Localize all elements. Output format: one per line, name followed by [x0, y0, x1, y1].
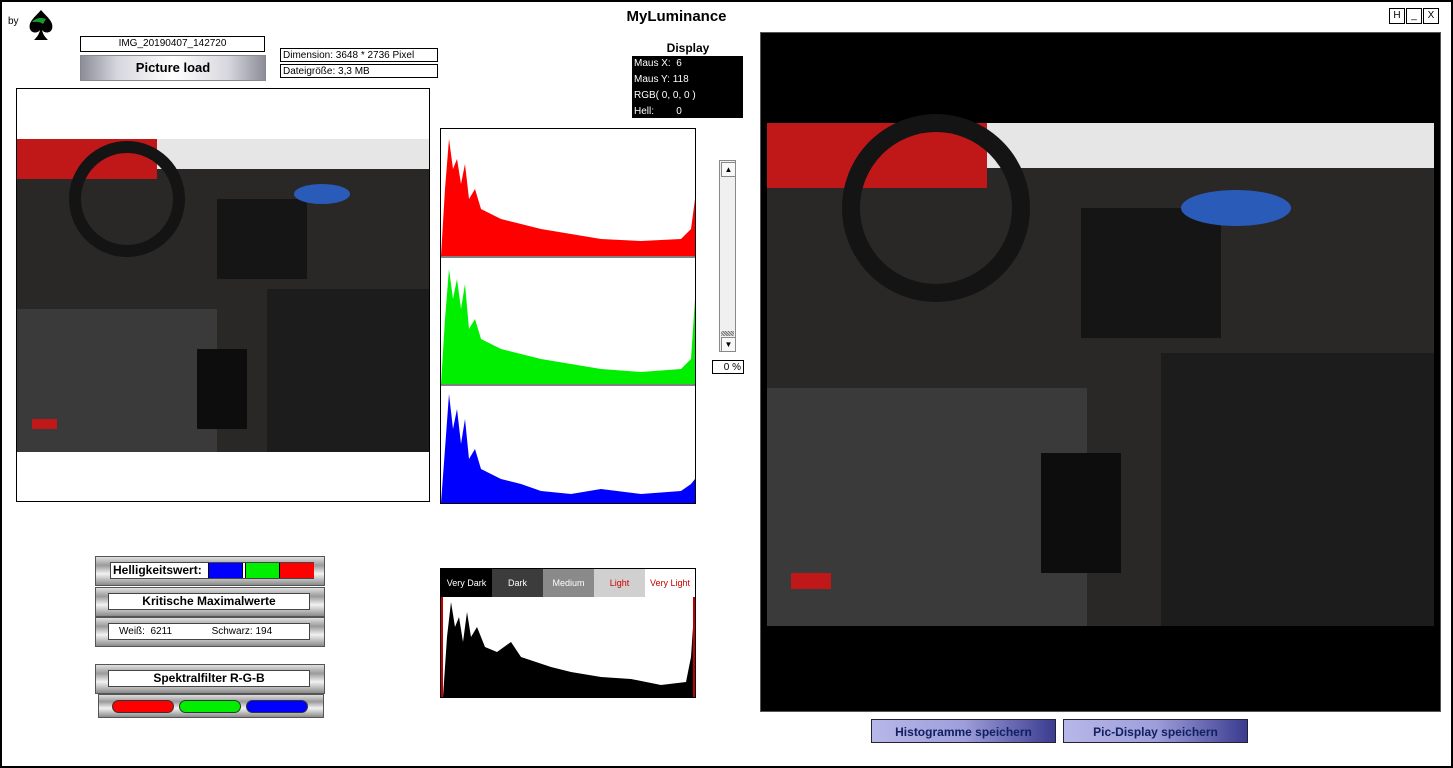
rgb-histogram-chart [441, 139, 695, 503]
kritische-maximalwerte-button[interactable]: Kritische Maximalwerte [108, 593, 310, 610]
filename-field: IMG_20190407_142720 [80, 36, 265, 52]
band-medium: Medium [543, 569, 594, 597]
help-button[interactable]: H [1389, 8, 1405, 24]
weiss-schwarz-panel: Weiß: 6211 Schwarz: 194 [95, 617, 325, 647]
schwarz-label: Schwarz: [211, 626, 253, 637]
red-histogram [441, 139, 695, 256]
hell-label: Hell: [634, 106, 655, 117]
spektralfilter-panel: Spektralfilter R-G-B [95, 664, 325, 694]
hell-value: 0 [676, 106, 682, 117]
red-lum-button[interactable] [279, 563, 314, 578]
scroll-up-icon[interactable]: ▲ [721, 162, 736, 177]
dimension-info: Dimension: 3648 * 2736 Pixel [280, 48, 438, 62]
blue-histogram [441, 394, 695, 503]
green-histogram [441, 269, 695, 384]
picture-load-button[interactable]: Picture load [80, 55, 266, 81]
luminance-histogram: Very Dark Dark Medium Light Very Light [440, 568, 696, 698]
maus-x-label: Maus X: [634, 58, 671, 69]
helligkeitswert-panel: Helligkeitswert: [95, 556, 325, 586]
window-controls: H _ X [1389, 8, 1439, 24]
kritische-panel: Kritische Maximalwerte [95, 587, 325, 617]
band-very-dark: Very Dark [441, 569, 492, 597]
blue-filter-button[interactable] [246, 700, 308, 713]
minimize-button[interactable]: _ [1406, 8, 1422, 24]
left-marker [441, 597, 443, 697]
luminance-histogram-area [443, 602, 693, 697]
weiss-schwarz-field: Weiß: 6211 Schwarz: 194 [108, 623, 310, 640]
threshold-scrollbar[interactable]: ▲ ▼ [719, 160, 736, 352]
maus-y-label: Maus Y: [634, 74, 670, 85]
rgb-value: RGB( 0, 0, 0 ) [634, 90, 696, 101]
pic-display-panel [760, 32, 1441, 712]
scroll-down-icon[interactable]: ▼ [721, 337, 736, 352]
display-readout: Maus X: 6 Maus Y: 118 RGB( 0, 0, 0 ) Hel… [632, 56, 743, 118]
app-title: MyLuminance [626, 8, 727, 25]
display-title: Display [666, 41, 710, 55]
spektralfilter-button[interactable]: Spektralfilter R-G-B [108, 670, 310, 687]
pic-display-speichern-button[interactable]: Pic-Display speichern [1063, 719, 1248, 743]
filesize-info: Dateigröße: 3,3 MB [280, 64, 438, 78]
weiss-value: 6211 [150, 626, 173, 637]
histogramme-speichern-button[interactable]: Histogramme speichern [871, 719, 1056, 743]
band-dark: Dark [492, 569, 543, 597]
helligkeitswert-field: Helligkeitswert: [110, 562, 314, 579]
scroll-thumb[interactable] [721, 331, 734, 336]
schwarz-value: 194 [255, 626, 273, 637]
pic-display-image [767, 114, 1434, 626]
right-marker [693, 597, 695, 697]
red-filter-button[interactable] [112, 700, 174, 713]
weiss-label: Weiß: [119, 626, 145, 637]
threshold-percent: 0 % [712, 360, 744, 374]
rgb-histograms [440, 128, 696, 504]
source-image-panel [16, 88, 431, 502]
band-very-light: Very Light [645, 569, 695, 597]
green-lum-button[interactable] [245, 563, 280, 578]
spectral-filter-bar [98, 694, 324, 718]
band-light: Light [594, 569, 645, 597]
helligkeitswert-label: Helligkeitswert: [113, 563, 202, 577]
blue-lum-button[interactable] [208, 563, 243, 578]
maus-y-value: 118 [672, 74, 689, 85]
green-filter-button[interactable] [179, 700, 241, 713]
luminance-histogram-chart [441, 597, 695, 697]
maus-x-value: 6 [676, 58, 682, 69]
close-button[interactable]: X [1423, 8, 1439, 24]
source-image [17, 139, 431, 452]
